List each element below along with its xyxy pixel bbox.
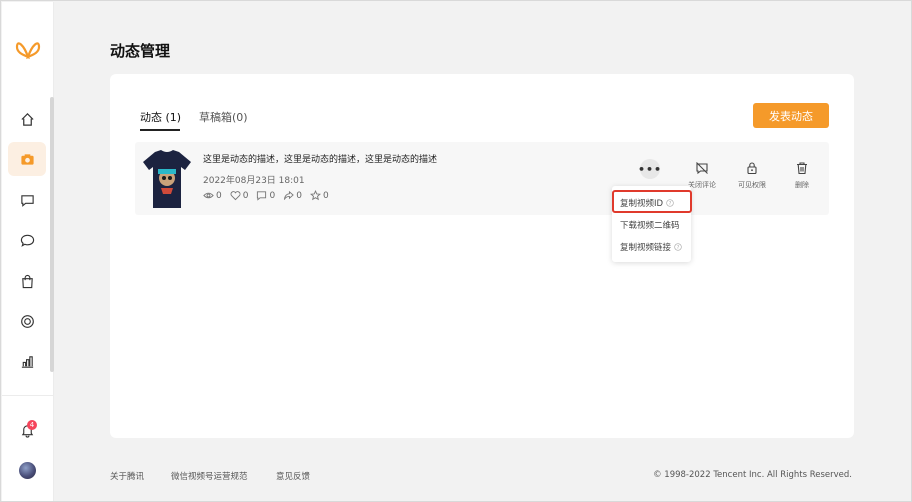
bar-chart-icon (21, 355, 33, 368)
publish-post-button[interactable]: 发表动态 (753, 103, 829, 128)
tab-posts[interactable]: 动态 (1) (140, 109, 181, 125)
avatar[interactable] (19, 462, 36, 479)
shares-count: 0 (296, 190, 302, 201)
heart-icon (230, 191, 241, 201)
favorites-count: 0 (322, 190, 329, 201)
comments-stat: 0 (256, 190, 275, 201)
visibility-action[interactable]: 可见权限 (727, 161, 777, 190)
eye-icon (203, 192, 214, 199)
download-qrcode-label: 下载视频二维码 (620, 221, 680, 231)
post-description: 这里是动态的描述，这里是动态的描述，这里是动态的描述 (203, 155, 438, 165)
sidebar-divider (2, 395, 54, 396)
star-icon (309, 190, 321, 201)
footer-link-rules[interactable]: 微信视频号运营规范 (171, 470, 248, 482)
views-stat: 0 (203, 190, 222, 201)
delete-action[interactable]: 删除 (777, 161, 827, 190)
sidebar-item-shop[interactable] (8, 264, 46, 298)
download-qrcode-item[interactable]: 下载视频二维码 (620, 219, 680, 231)
favorites-stat: 0 (309, 190, 329, 201)
highlight-box (612, 190, 692, 213)
post-stats: 0 0 0 0 0 (203, 190, 329, 201)
tab-drafts[interactable]: 草稿箱(0) (199, 109, 248, 125)
notification-badge: 4 (27, 420, 37, 430)
more-dots-icon: ••• (637, 162, 663, 176)
camera-icon (20, 153, 34, 165)
message-square-icon (20, 194, 34, 207)
sidebar: 4 (2, 2, 54, 501)
chat-bubble-icon (20, 234, 34, 247)
copyright-text: © 1998-2022 Tencent Inc. All Rights Rese… (653, 470, 852, 480)
copy-video-link-item[interactable]: 复制视频链接 ? (620, 241, 682, 253)
content-card: 动态 (1) 草稿箱(0) 发表动态 这里是动态的描述，这里是动态的描述，这里是… (110, 74, 854, 438)
visibility-label: 可见权限 (738, 181, 766, 189)
more-actions-button[interactable]: ••• (637, 159, 663, 179)
comment-off-icon (696, 162, 708, 175)
sidebar-item-stats[interactable] (8, 344, 46, 378)
active-tab-indicator (140, 129, 180, 131)
sidebar-item-home[interactable] (8, 102, 46, 136)
target-icon (20, 314, 34, 328)
sidebar-scrollbar[interactable] (50, 97, 54, 372)
shares-stat: 0 (283, 190, 302, 201)
trash-icon (797, 162, 807, 175)
delete-label: 删除 (795, 181, 809, 189)
comments-count: 0 (269, 190, 276, 201)
views-count: 0 (216, 190, 222, 201)
post-date: 2022年08月23日 18:01 (203, 176, 305, 186)
copy-video-link-label: 复制视频链接 (620, 243, 672, 253)
close-comments-label: 关闭评论 (688, 181, 716, 189)
sidebar-item-messages[interactable] (8, 183, 46, 217)
home-icon (20, 112, 34, 126)
comment-icon (257, 191, 267, 201)
notifications-button[interactable] (8, 413, 46, 447)
post-thumbnail[interactable] (141, 148, 193, 209)
post-row: 这里是动态的描述，这里是动态的描述，这里是动态的描述 2022年08月23日 1… (135, 142, 829, 215)
sidebar-item-chat[interactable] (8, 223, 46, 257)
likes-count: 0 (242, 190, 249, 201)
footer-link-about[interactable]: 关于腾讯 (110, 470, 144, 482)
app-window: 4 动态管理 动态 (1) 草稿箱(0) 发表动态 这里是动态的描述，这里是动态… (0, 0, 912, 502)
page-title: 动态管理 (110, 42, 171, 60)
shopping-bag-icon (21, 274, 33, 288)
sidebar-item-camera[interactable] (8, 142, 46, 176)
sidebar-item-target[interactable] (8, 304, 46, 338)
help-icon[interactable]: ? (674, 243, 682, 251)
footer-link-feedback[interactable]: 意见反馈 (276, 470, 310, 482)
lock-icon (747, 162, 757, 175)
likes-stat: 0 (230, 190, 249, 201)
share-icon (284, 190, 294, 200)
butterfly-logo-icon[interactable] (15, 37, 41, 63)
